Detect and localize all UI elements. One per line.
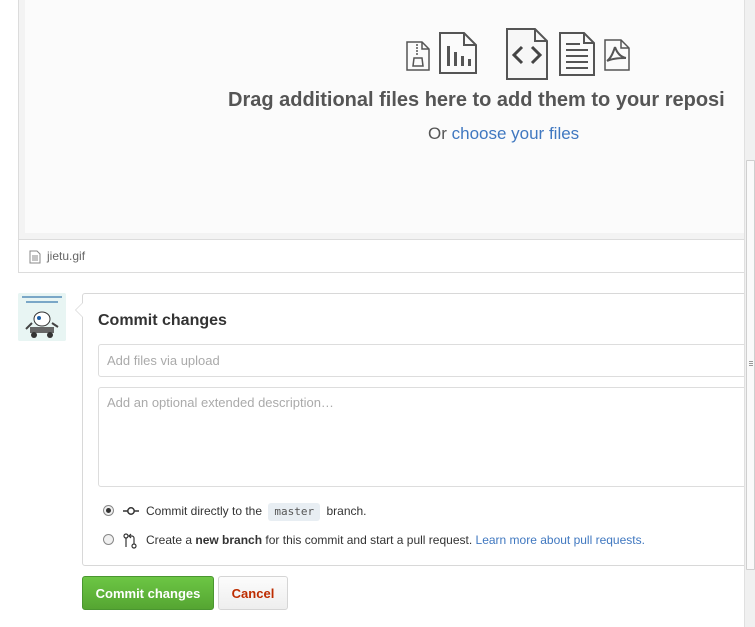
uploaded-files-list: jietu.gif <box>18 240 755 273</box>
cancel-button[interactable]: Cancel <box>218 576 288 610</box>
avatar <box>18 293 66 341</box>
commit-direct-radio[interactable] <box>103 505 114 516</box>
pull-request-icon <box>123 533 137 549</box>
file-icon <box>29 250 41 264</box>
commit-direct-prefix: Commit directly to the <box>146 504 263 518</box>
new-branch-radio[interactable] <box>103 534 114 545</box>
learn-more-pull-requests-link[interactable]: Learn more about pull requests. <box>476 533 645 547</box>
drop-zone-inner <box>25 0 755 233</box>
scrollbar-grip-line <box>749 363 753 364</box>
scrollbar-grip-line <box>749 365 753 366</box>
commit-form-pointer-fill <box>76 302 84 318</box>
drop-zone-subtitle: Or choose your files <box>428 124 579 144</box>
file-name: jietu.gif <box>47 249 86 263</box>
commit-icon <box>123 507 139 515</box>
commit-form-title: Commit changes <box>98 312 227 329</box>
scrollbar-thumb[interactable] <box>746 160 755 570</box>
new-branch-label: Create a new branch for this commit and … <box>146 532 645 548</box>
pdf-file-icon <box>604 39 630 71</box>
commit-direct-label: Commit directly to the master branch. <box>146 503 367 521</box>
commit-form: Commit changes Commit directly to the ma… <box>75 293 755 566</box>
commit-description-input[interactable] <box>98 387 755 487</box>
branch-name-tag: master <box>268 503 321 521</box>
file-drop-zone[interactable]: Drag additional files here to add them t… <box>18 0 755 240</box>
text-file-icon <box>559 32 595 76</box>
new-branch-suffix: for this commit and start a pull request… <box>265 533 473 547</box>
drop-zone-subtitle-prefix: Or <box>428 124 452 143</box>
vertical-scrollbar[interactable] <box>744 0 755 627</box>
commit-summary-input[interactable] <box>98 344 755 377</box>
new-branch-prefix: Create a <box>146 533 193 547</box>
zip-file-icon <box>406 41 430 71</box>
chart-file-icon <box>439 32 477 74</box>
scrollbar-grip-line <box>749 361 753 362</box>
new-branch-bold: new branch <box>195 533 263 547</box>
commit-changes-button[interactable]: Commit changes <box>82 576 214 610</box>
choose-files-link[interactable]: choose your files <box>452 124 580 143</box>
code-file-icon <box>506 28 548 80</box>
drop-zone-title: Drag additional files here to add them t… <box>228 89 725 111</box>
commit-direct-suffix: branch. <box>326 504 367 518</box>
